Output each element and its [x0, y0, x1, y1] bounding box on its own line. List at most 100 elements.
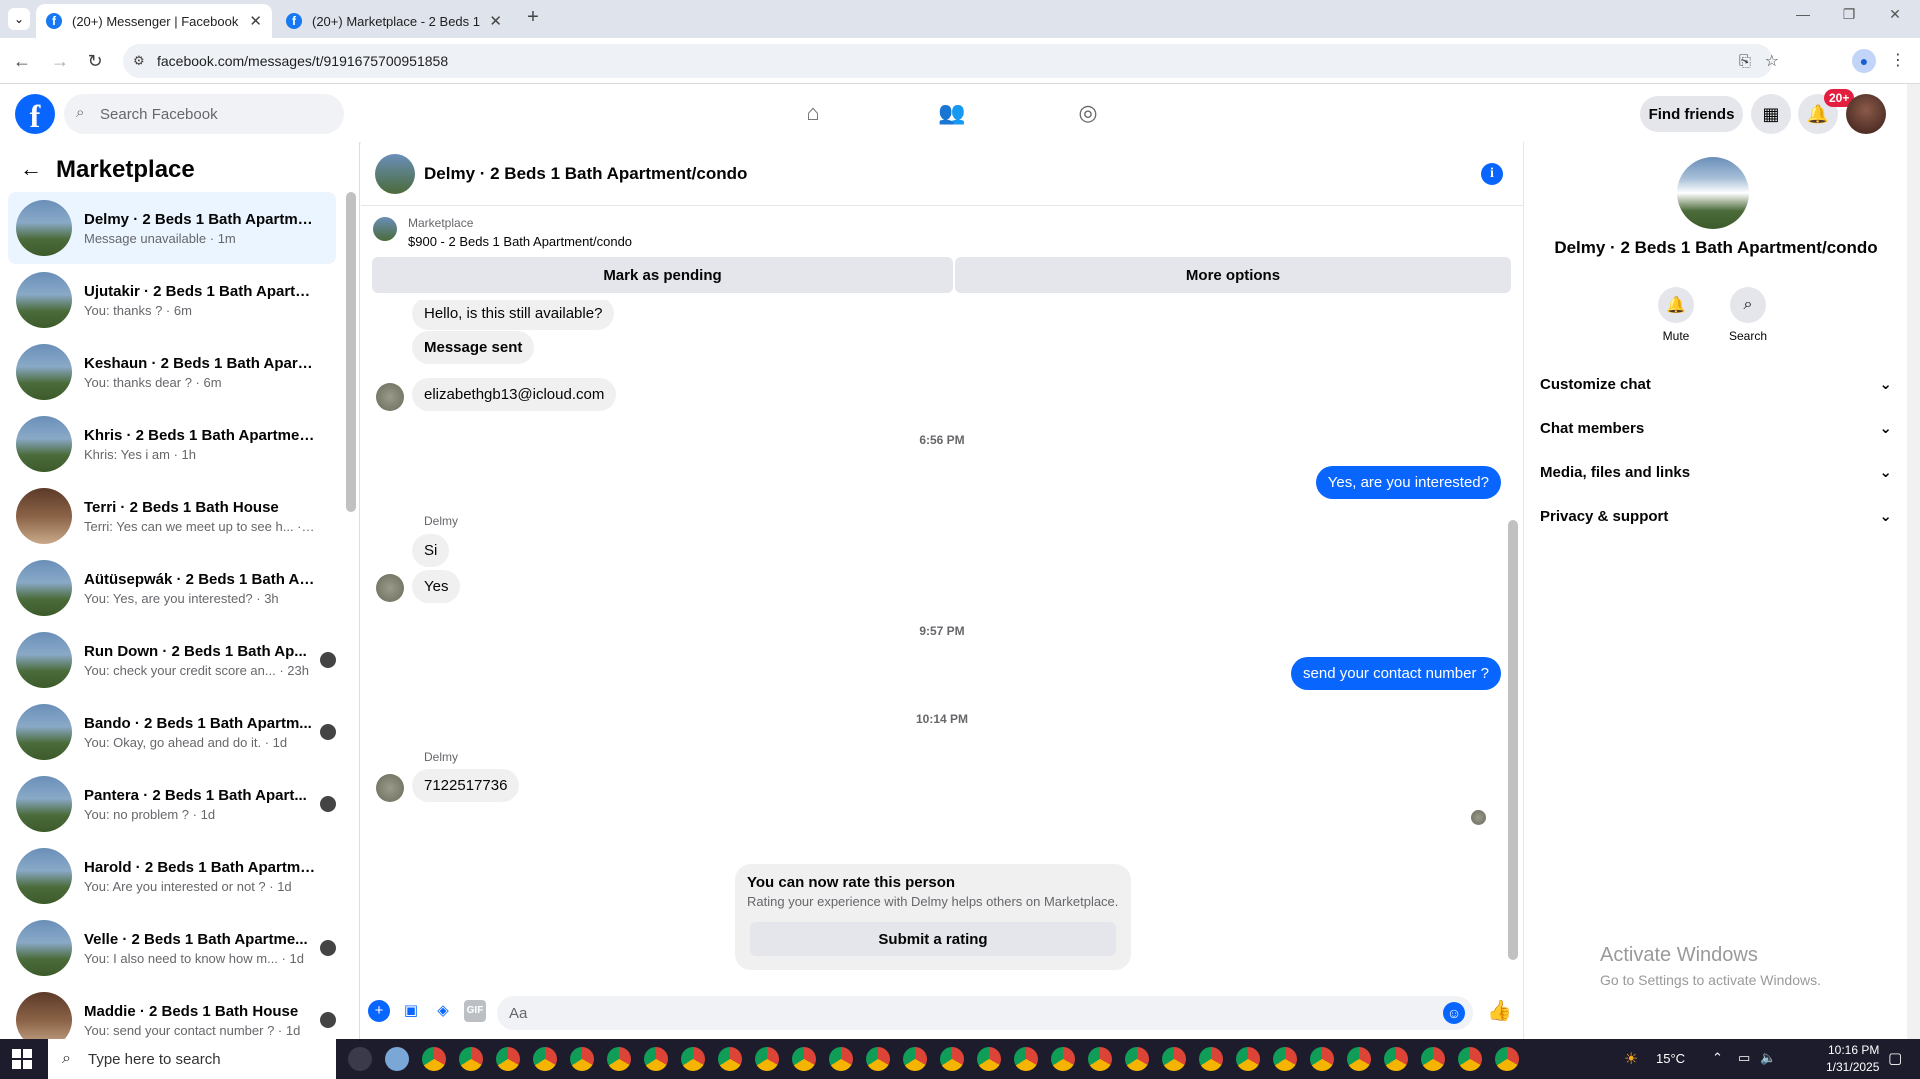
- tab-search-button[interactable]: ⌄: [8, 8, 30, 30]
- chrome-icon[interactable]: [1236, 1047, 1260, 1071]
- submit-rating-button[interactable]: Submit a rating: [750, 922, 1116, 956]
- profile-icon[interactable]: ●: [1852, 49, 1876, 73]
- close-window-button[interactable]: ✕: [1872, 6, 1918, 30]
- clock-time[interactable]: 10:16 PM: [1828, 1043, 1879, 1057]
- chrome-icon[interactable]: [1162, 1047, 1186, 1071]
- temperature[interactable]: 15°C: [1656, 1051, 1685, 1066]
- conversation-item[interactable]: Harold · 2 Beds 1 Bath Apartme... You: Ar…: [8, 840, 336, 912]
- chrome-icon[interactable]: [1088, 1047, 1112, 1071]
- chrome-icon[interactable]: [1421, 1047, 1445, 1071]
- chrome-icon[interactable]: [1199, 1047, 1223, 1071]
- forward-icon[interactable]: →: [48, 49, 72, 73]
- chrome-icon[interactable]: [1384, 1047, 1408, 1071]
- mark-pending-button[interactable]: Mark as pending: [372, 257, 953, 293]
- plus-icon[interactable]: +: [368, 1000, 390, 1022]
- message-bubble-incoming[interactable]: elizabethgb13@icloud.com: [412, 378, 617, 411]
- tab-marketplace[interactable]: f (20+) Marketplace - 2 Beds 1 B ✕: [276, 4, 512, 38]
- conversation-item[interactable]: Aütüsepwák · 2 Beds 1 Bath Apa... You: Ye…: [8, 552, 336, 624]
- thumbs-up-icon[interactable]: 👍: [1487, 1000, 1512, 1022]
- message-bubble-incoming[interactable]: 7122517736: [412, 769, 520, 802]
- friends-icon[interactable]: 👥: [937, 100, 967, 128]
- chrome-icon[interactable]: [1347, 1047, 1371, 1071]
- chrome-icon[interactable]: [718, 1047, 742, 1071]
- notepad-icon[interactable]: [385, 1047, 409, 1071]
- minimize-button[interactable]: —: [1780, 6, 1826, 30]
- facebook-search-input[interactable]: ⌕ Search Facebook: [64, 94, 344, 134]
- restore-button[interactable]: ❐: [1826, 6, 1872, 30]
- windows-start-icon[interactable]: [12, 1049, 32, 1069]
- chrome-icon[interactable]: [829, 1047, 853, 1071]
- chrome-icon[interactable]: [903, 1047, 927, 1071]
- tab-messenger[interactable]: f (20+) Messenger | Facebook ✕: [36, 4, 272, 38]
- section-privacy-support[interactable]: Privacy & support ⌄: [1540, 498, 1892, 534]
- reload-icon[interactable]: ↻: [83, 49, 107, 73]
- find-friends-button[interactable]: Find friends: [1640, 96, 1743, 132]
- gif-icon[interactable]: GIF: [464, 1000, 486, 1022]
- message-bubble-incoming[interactable]: Si: [412, 534, 450, 567]
- chrome-icon[interactable]: [940, 1047, 964, 1071]
- more-options-button[interactable]: More options: [955, 257, 1511, 293]
- volume-icon[interactable]: 🔈: [1760, 1050, 1776, 1066]
- clock-date[interactable]: 1/31/2025: [1826, 1060, 1879, 1074]
- sticker-icon[interactable]: ◈: [432, 1000, 454, 1022]
- new-tab-button[interactable]: +: [520, 6, 546, 32]
- groups-icon[interactable]: ◎: [1073, 100, 1103, 128]
- page-scrollbar[interactable]: [1907, 84, 1920, 1039]
- bookmark-star-icon[interactable]: ☆: [1765, 51, 1779, 71]
- chrome-icon[interactable]: [644, 1047, 668, 1071]
- section-media-files-links[interactable]: Media, files and links ⌄: [1540, 454, 1892, 490]
- listing-thumbnail[interactable]: [373, 217, 397, 241]
- chrome-icon[interactable]: [1458, 1047, 1482, 1071]
- install-app-icon[interactable]: ⎘: [1739, 53, 1751, 70]
- conversation-item[interactable]: Keshaun · 2 Beds 1 Bath Apartm... You: th…: [8, 336, 336, 408]
- chrome-icon[interactable]: [1310, 1047, 1334, 1071]
- home-icon[interactable]: ⌂: [798, 100, 828, 128]
- task-view-icon[interactable]: [348, 1047, 372, 1071]
- chrome-icon[interactable]: [1125, 1047, 1149, 1071]
- weather-icon[interactable]: ☀: [1624, 1049, 1638, 1069]
- back-arrow-icon[interactable]: ←: [20, 156, 42, 182]
- conversation-item[interactable]: Delmy · 2 Beds 1 Bath Apartmen... Message…: [8, 192, 336, 264]
- chrome-icon[interactable]: [1014, 1047, 1038, 1071]
- sidebar-scrollbar[interactable]: [346, 192, 356, 512]
- sender-avatar[interactable]: [376, 774, 404, 802]
- conversation-item[interactable]: Terri · 2 Beds 1 Bath House Terri: Yes ca…: [8, 480, 336, 552]
- chrome-icon[interactable]: [866, 1047, 890, 1071]
- chrome-icon[interactable]: [607, 1047, 631, 1071]
- conversation-item[interactable]: Khris · 2 Beds 1 Bath Apartment... Khris:…: [8, 408, 336, 480]
- chrome-icon[interactable]: [570, 1047, 594, 1071]
- emoji-icon[interactable]: ☺: [1443, 1002, 1465, 1024]
- chrome-icon[interactable]: [1051, 1047, 1075, 1071]
- mute-button[interactable]: 🔔 Mute: [1646, 287, 1706, 343]
- close-tab-icon[interactable]: ✕: [249, 12, 262, 30]
- chat-avatar[interactable]: [375, 154, 415, 194]
- message-input[interactable]: Aa ☺: [497, 996, 1473, 1030]
- chrome-icon[interactable]: [681, 1047, 705, 1071]
- back-icon[interactable]: ←: [10, 49, 34, 73]
- message-bubble-incoming[interactable]: Yes: [412, 570, 461, 603]
- section-chat-members[interactable]: Chat members ⌄: [1540, 410, 1892, 446]
- account-avatar[interactable]: [1846, 94, 1886, 134]
- sender-avatar[interactable]: [376, 383, 404, 411]
- message-bubble-outgoing[interactable]: send your contact number ?: [1291, 657, 1501, 690]
- message-bubble-outgoing[interactable]: Yes, are you interested?: [1315, 466, 1501, 499]
- search-conversation-button[interactable]: ⌕ Search: [1718, 287, 1778, 343]
- info-icon[interactable]: i: [1481, 163, 1503, 185]
- close-tab-icon[interactable]: ✕: [489, 12, 502, 30]
- network-icon[interactable]: ▭: [1738, 1050, 1750, 1066]
- address-bar[interactable]: ⚙ facebook.com/messages/t/91916757009518…: [123, 44, 1779, 78]
- chrome-icon[interactable]: [459, 1047, 483, 1071]
- chrome-icon[interactable]: [755, 1047, 779, 1071]
- listing-title[interactable]: $900 - 2 Beds 1 Bath Apartment/condo: [408, 234, 632, 249]
- thread-scrollbar[interactable]: [1508, 520, 1518, 960]
- tray-chevron-icon[interactable]: ⌃: [1712, 1050, 1723, 1066]
- details-avatar[interactable]: [1677, 157, 1749, 229]
- chat-title[interactable]: Delmy · 2 Beds 1 Bath Apartment/condo: [424, 164, 747, 184]
- site-info-icon[interactable]: ⚙: [133, 53, 145, 69]
- chrome-icon[interactable]: [422, 1047, 446, 1071]
- chrome-icon[interactable]: [1495, 1047, 1519, 1071]
- message-bubble-incoming[interactable]: Hello, is this still available?: [412, 300, 615, 330]
- chrome-icon[interactable]: [533, 1047, 557, 1071]
- photo-icon[interactable]: ▣: [400, 1000, 422, 1022]
- conversation-item[interactable]: Run Down · 2 Beds 1 Bath Ap... You: check…: [8, 624, 336, 696]
